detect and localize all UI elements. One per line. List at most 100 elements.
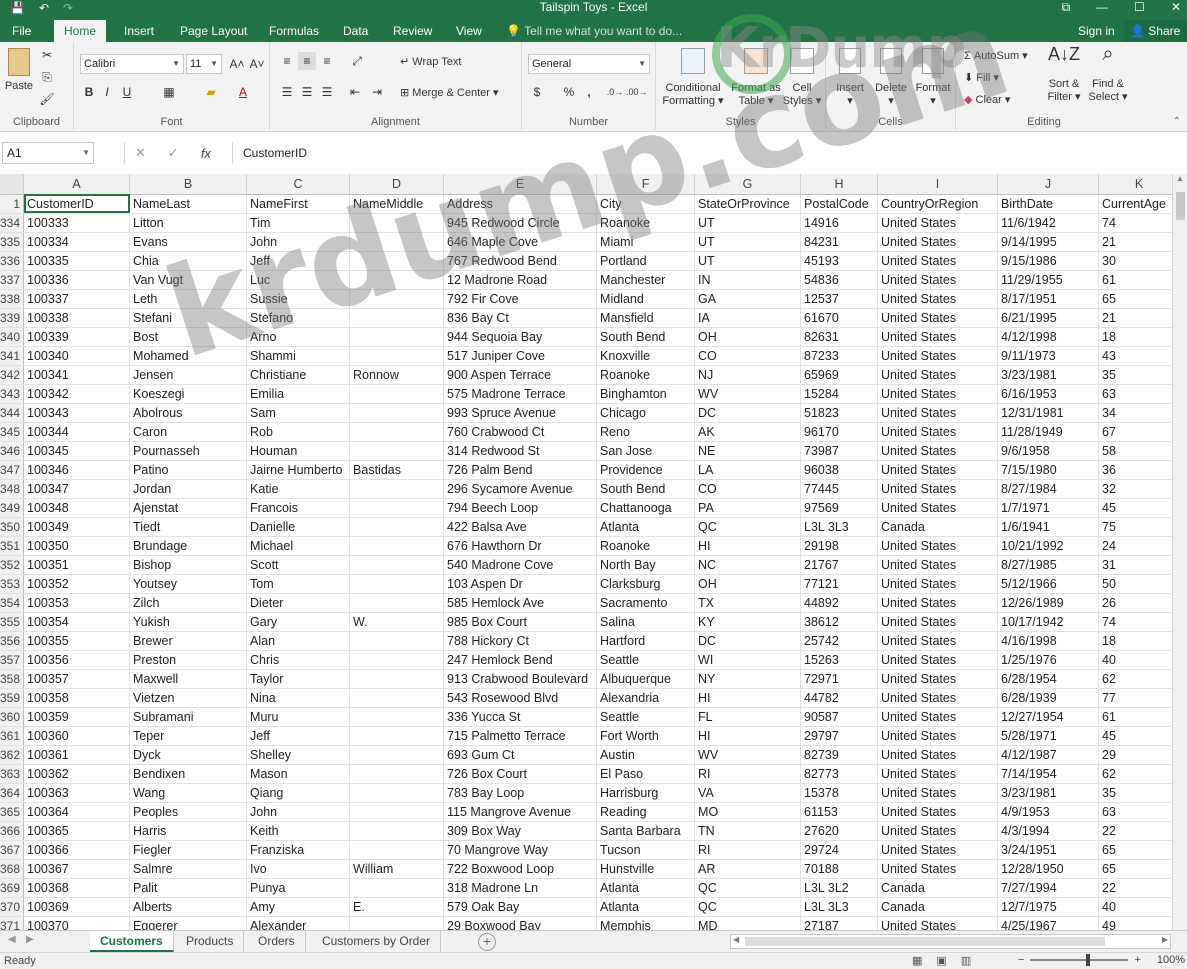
cell[interactable]: William — [349, 859, 445, 879]
sign-in-link[interactable]: Sign in — [1078, 20, 1115, 42]
cell[interactable]: Clarksburg — [596, 574, 696, 594]
cell[interactable]: 3/23/1981 — [997, 783, 1100, 803]
cell[interactable]: Sam — [246, 403, 351, 423]
cell[interactable]: NameLast — [129, 194, 248, 214]
cell[interactable]: 1/7/1971 — [997, 498, 1100, 518]
cell[interactable]: John — [246, 232, 351, 252]
cell[interactable]: WV — [694, 384, 802, 404]
cell[interactable]: 7/27/1994 — [997, 878, 1100, 898]
cell[interactable]: Koeszegi — [129, 384, 248, 404]
italic-button[interactable]: I — [98, 83, 116, 101]
cell[interactable]: NY — [694, 669, 802, 689]
cell[interactable]: Alan — [246, 631, 351, 651]
cell[interactable]: 22 — [1098, 878, 1181, 898]
cell[interactable] — [349, 308, 445, 328]
insert-cells-button[interactable]: Insert ▾ — [830, 48, 870, 108]
cell[interactable]: 7/14/1954 — [997, 764, 1100, 784]
cell[interactable]: San Jose — [596, 441, 696, 461]
cell[interactable]: Emilia — [246, 384, 351, 404]
cell[interactable]: 84231 — [800, 232, 879, 252]
cell[interactable]: Punya — [246, 878, 351, 898]
column-header[interactable]: F — [596, 174, 696, 195]
cell[interactable]: City — [596, 194, 696, 214]
sheet-tab-orders[interactable]: Orders — [248, 931, 306, 952]
row-header[interactable]: 337 — [0, 270, 25, 290]
cell[interactable]: United States — [877, 270, 999, 290]
cell[interactable] — [349, 517, 445, 537]
column-header[interactable]: A — [23, 174, 131, 195]
cell[interactable]: 540 Madrone Cove — [443, 555, 598, 575]
row-header[interactable]: 363 — [0, 764, 25, 784]
cell[interactable]: Shelley — [246, 745, 351, 765]
page-break-view-icon[interactable]: ▥ — [961, 954, 971, 967]
row-header[interactable]: 361 — [0, 726, 25, 746]
cell[interactable]: Atlanta — [596, 897, 696, 917]
scroll-up-icon[interactable]: ▲ — [1173, 174, 1187, 183]
cell[interactable]: Knoxville — [596, 346, 696, 366]
cell[interactable]: United States — [877, 707, 999, 727]
cell[interactable]: Franziska — [246, 840, 351, 860]
cell[interactable] — [349, 916, 445, 930]
row-header[interactable]: 350 — [0, 517, 25, 537]
column-header[interactable]: H — [800, 174, 879, 195]
cell[interactable]: 26 — [1098, 593, 1181, 613]
cell[interactable]: 14916 — [800, 213, 879, 233]
cell[interactable]: Bendixen — [129, 764, 248, 784]
cell[interactable]: United States — [877, 764, 999, 784]
cell[interactable] — [349, 783, 445, 803]
cell[interactable]: 54836 — [800, 270, 879, 290]
column-header[interactable]: C — [246, 174, 351, 195]
cell[interactable]: John — [246, 802, 351, 822]
cell[interactable]: 944 Sequoia Bay — [443, 327, 598, 347]
paste-button[interactable]: Paste — [4, 48, 34, 93]
row-header[interactable]: 353 — [0, 574, 25, 594]
top-align-icon[interactable]: ≡ — [278, 52, 296, 70]
cell[interactable]: 100369 — [23, 897, 131, 917]
cell[interactable]: 63 — [1098, 384, 1181, 404]
cell[interactable]: Francois — [246, 498, 351, 518]
cell[interactable]: 913 Crabwood Boulevard — [443, 669, 598, 689]
cell[interactable]: United States — [877, 384, 999, 404]
cell[interactable]: OH — [694, 574, 802, 594]
cell[interactable]: 100341 — [23, 365, 131, 385]
cell[interactable]: Reading — [596, 802, 696, 822]
cell[interactable]: 945 Redwood Circle — [443, 213, 598, 233]
cell[interactable]: North Bay — [596, 555, 696, 575]
cell[interactable]: United States — [877, 669, 999, 689]
decrease-font-icon[interactable]: A˅ — [248, 55, 266, 73]
row-header[interactable]: 334 — [0, 213, 25, 233]
cell[interactable]: 726 Box Court — [443, 764, 598, 784]
cell[interactable] — [349, 802, 445, 822]
cell[interactable]: 45 — [1098, 498, 1181, 518]
cell[interactable]: NameMiddle — [349, 194, 445, 214]
cell[interactable]: Wang — [129, 783, 248, 803]
cell[interactable]: Chia — [129, 251, 248, 271]
cell[interactable]: 63 — [1098, 802, 1181, 822]
column-header[interactable]: B — [129, 174, 248, 195]
cell[interactable]: VA — [694, 783, 802, 803]
column-header[interactable]: E — [443, 174, 598, 195]
cell[interactable]: United States — [877, 821, 999, 841]
cell[interactable]: Midland — [596, 289, 696, 309]
cell[interactable]: Brundage — [129, 536, 248, 556]
sort-filter-button[interactable]: A↓Z Sort & Filter ▾ — [1044, 45, 1084, 104]
decrease-indent-icon[interactable]: ⇤ — [346, 83, 364, 101]
cell[interactable]: 100347 — [23, 479, 131, 499]
borders-icon[interactable]: ▦ — [160, 83, 178, 101]
cell[interactable]: Hunstville — [596, 859, 696, 879]
cell[interactable]: BirthDate — [997, 194, 1100, 214]
cell[interactable]: 82773 — [800, 764, 879, 784]
cell[interactable]: 65 — [1098, 840, 1181, 860]
cell[interactable]: 9/11/1973 — [997, 346, 1100, 366]
sheet-tab-products[interactable]: Products — [176, 931, 245, 952]
cell[interactable]: 100343 — [23, 403, 131, 423]
cell[interactable]: Bost — [129, 327, 248, 347]
cell[interactable]: 36 — [1098, 460, 1181, 480]
increase-indent-icon[interactable]: ⇥ — [368, 83, 386, 101]
cell[interactable]: 73987 — [800, 441, 879, 461]
cell[interactable]: 100336 — [23, 270, 131, 290]
cell[interactable]: 65969 — [800, 365, 879, 385]
align-center-icon[interactable]: ☰ — [298, 83, 316, 101]
cell[interactable]: 646 Maple Cove — [443, 232, 598, 252]
cell[interactable]: Sacramento — [596, 593, 696, 613]
